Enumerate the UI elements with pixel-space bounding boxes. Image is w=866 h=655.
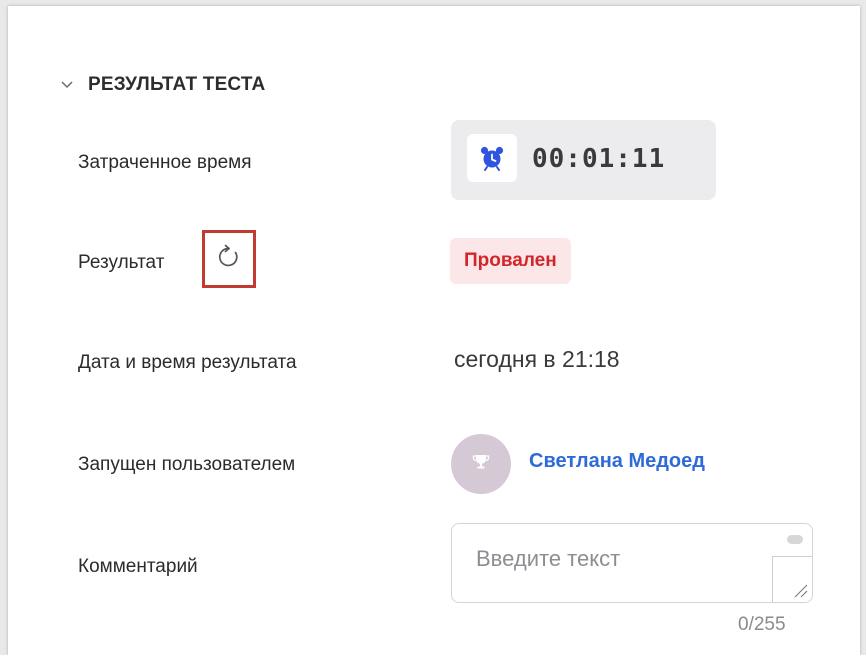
launched-by-label: Запущен пользователем [78, 454, 296, 475]
avatar[interactable] [451, 434, 511, 494]
section-title: РЕЗУЛЬТАТ ТЕСТА [88, 74, 266, 95]
result-datetime-label: Дата и время результата [78, 352, 297, 373]
trophy-icon [472, 453, 490, 476]
result-label: Результат [78, 252, 165, 273]
status-badge: Провален [450, 238, 571, 284]
refresh-result-button[interactable] [202, 230, 256, 288]
timer-display: 00:01:11 [451, 120, 716, 200]
user-link[interactable]: Светлана Медоед [529, 450, 705, 473]
resize-handle[interactable] [772, 556, 812, 602]
test-result-panel: РЕЗУЛЬТАТ ТЕСТА Затраченное время 00:01:… [8, 6, 860, 655]
timer-value: 00:01:11 [532, 144, 666, 174]
char-counter: 0/255 [738, 614, 786, 635]
chevron-down-icon[interactable] [60, 78, 74, 92]
comment-input[interactable] [452, 524, 812, 602]
alarm-clock-icon [467, 134, 517, 182]
time-spent-label: Затраченное время [78, 152, 252, 173]
comment-label: Комментарий [78, 556, 198, 577]
scroll-thumb[interactable] [787, 535, 803, 544]
result-datetime-value: сегодня в 21:18 [454, 346, 620, 372]
comment-field[interactable] [451, 523, 813, 603]
section-toggle[interactable]: РЕЗУЛЬТАТ ТЕСТА [60, 74, 265, 96]
refresh-icon[interactable] [215, 243, 243, 276]
